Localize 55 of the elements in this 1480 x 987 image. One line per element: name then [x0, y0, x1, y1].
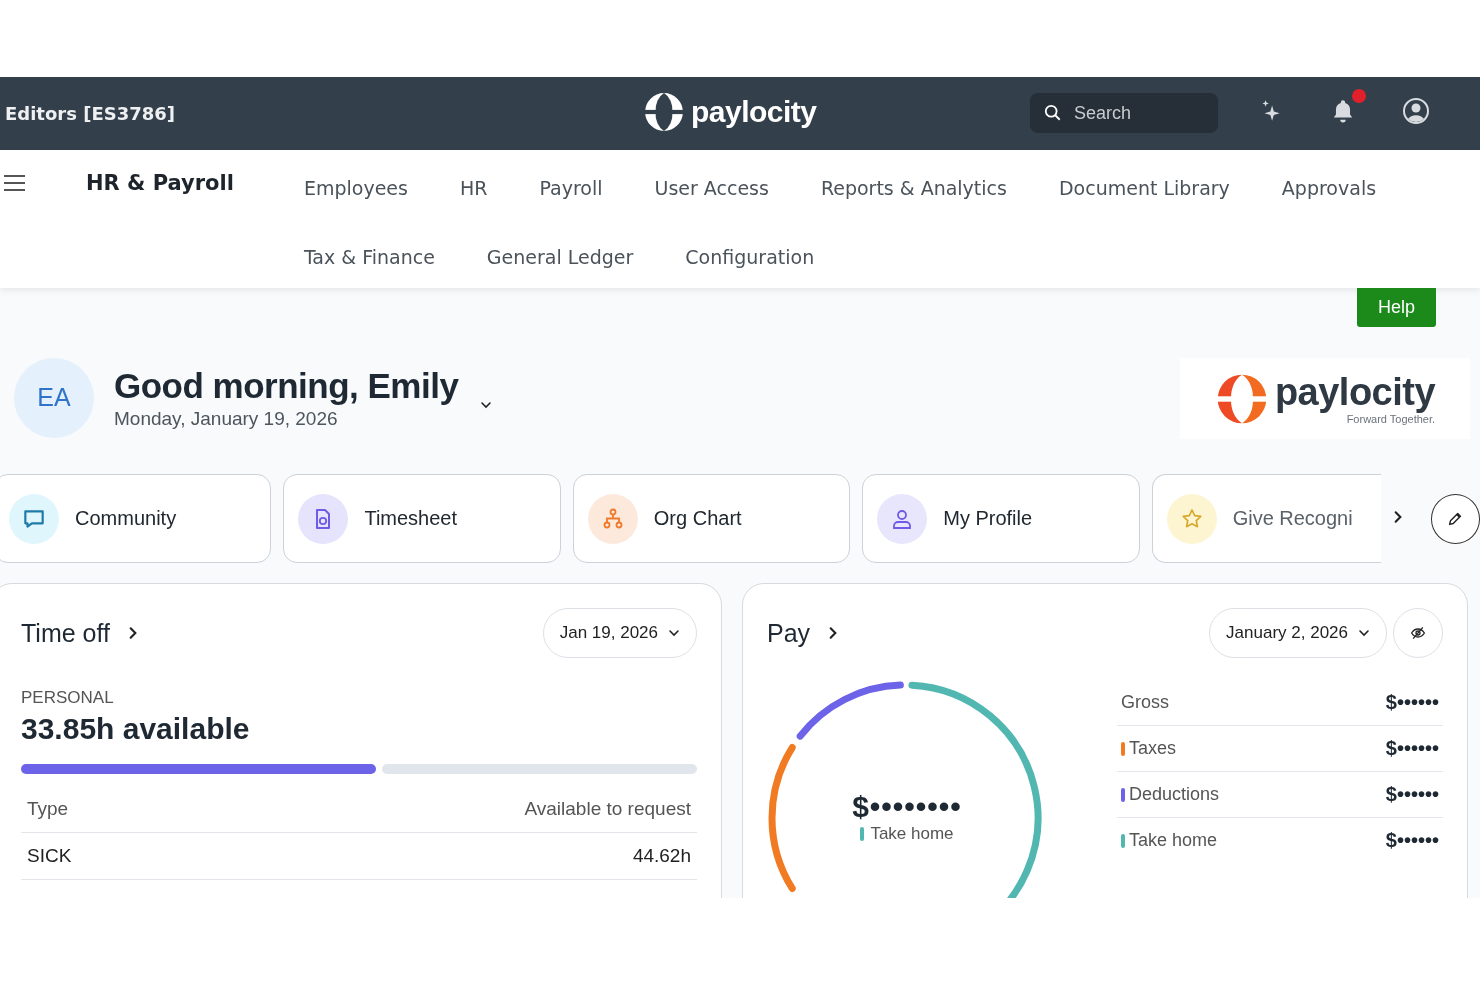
nav-link[interactable]: General Ledger	[486, 241, 634, 272]
nav-link[interactable]: User Access	[654, 172, 769, 203]
legend-label: Take home	[870, 824, 954, 844]
section-title: HR & Payroll	[86, 171, 234, 197]
pay-label: Deductions	[1129, 784, 1220, 805]
logo-icon	[643, 91, 685, 133]
table-cell: 44.62h	[632, 845, 691, 867]
greeting-title: Good morning, Emily	[114, 365, 459, 406]
user-icon[interactable]	[1402, 97, 1430, 125]
account-name: Editors [ES3786]	[5, 103, 175, 124]
nav-link[interactable]: Configuration	[685, 241, 815, 272]
search-icon	[1044, 104, 1062, 122]
date-dropdown[interactable]: January 2, 2026	[1209, 608, 1387, 658]
logo-text: paylocity	[691, 95, 817, 129]
greeting-date: Monday, January 19, 2026	[114, 407, 339, 430]
pay-amount: $••••••	[1385, 783, 1439, 806]
legend-bar	[860, 827, 865, 841]
pay-label: Take home	[1129, 830, 1218, 851]
chevron-icon	[668, 627, 680, 639]
brand-name: paylocity	[1274, 372, 1436, 411]
nav-link[interactable]: Tax & Finance	[303, 241, 435, 272]
pay-amount: $••••••	[1385, 829, 1439, 852]
card-title: Pay	[767, 618, 811, 648]
chevron-icon	[1358, 627, 1370, 639]
pay-label: Gross	[1121, 692, 1169, 713]
star-icon	[1179, 506, 1204, 531]
card-title: Time off	[21, 618, 110, 648]
shortcut-card[interactable]: Timesheet	[283, 474, 561, 563]
category-label: PERSONAL	[21, 688, 115, 708]
column-header: Type	[27, 798, 69, 820]
available-hours: 33.85h available	[21, 712, 251, 746]
search-field[interactable]: Search	[1030, 93, 1218, 133]
brand-tagline: Forward Together.	[1346, 412, 1436, 425]
nav-link[interactable]: Reports & Analytics	[820, 172, 1007, 203]
shortcut-card[interactable]: My Profile	[862, 474, 1140, 563]
menu-icon[interactable]	[4, 174, 26, 192]
avatar: EA	[14, 357, 94, 438]
column-header: Available to request	[524, 798, 691, 820]
pay-label: Taxes	[1129, 738, 1177, 759]
nav-link[interactable]: Approvals	[1281, 172, 1377, 203]
nav-link[interactable]: HR	[459, 172, 488, 203]
nav-link[interactable]: Document Library	[1058, 172, 1230, 203]
table-cell: SICK	[27, 845, 72, 867]
shortcut-card[interactable]: Give Recogni	[1151, 474, 1381, 563]
pay-amount: $••••••	[1385, 691, 1439, 714]
eye-off-icon	[1410, 625, 1426, 641]
pay-amount: $••••••	[1385, 737, 1439, 760]
shortcut-card[interactable]: Org Chart	[572, 474, 851, 563]
nav-link[interactable]: Employees	[303, 172, 408, 203]
help-button[interactable]: Help	[1357, 288, 1436, 327]
date-dropdown[interactable]: Jan 19, 2026	[542, 608, 697, 658]
hide-button[interactable]	[1393, 608, 1443, 658]
nav-link[interactable]: Payroll	[539, 172, 603, 203]
take-home-amount: $••••••••	[852, 790, 962, 824]
shortcut-card[interactable]: Community	[0, 474, 272, 563]
